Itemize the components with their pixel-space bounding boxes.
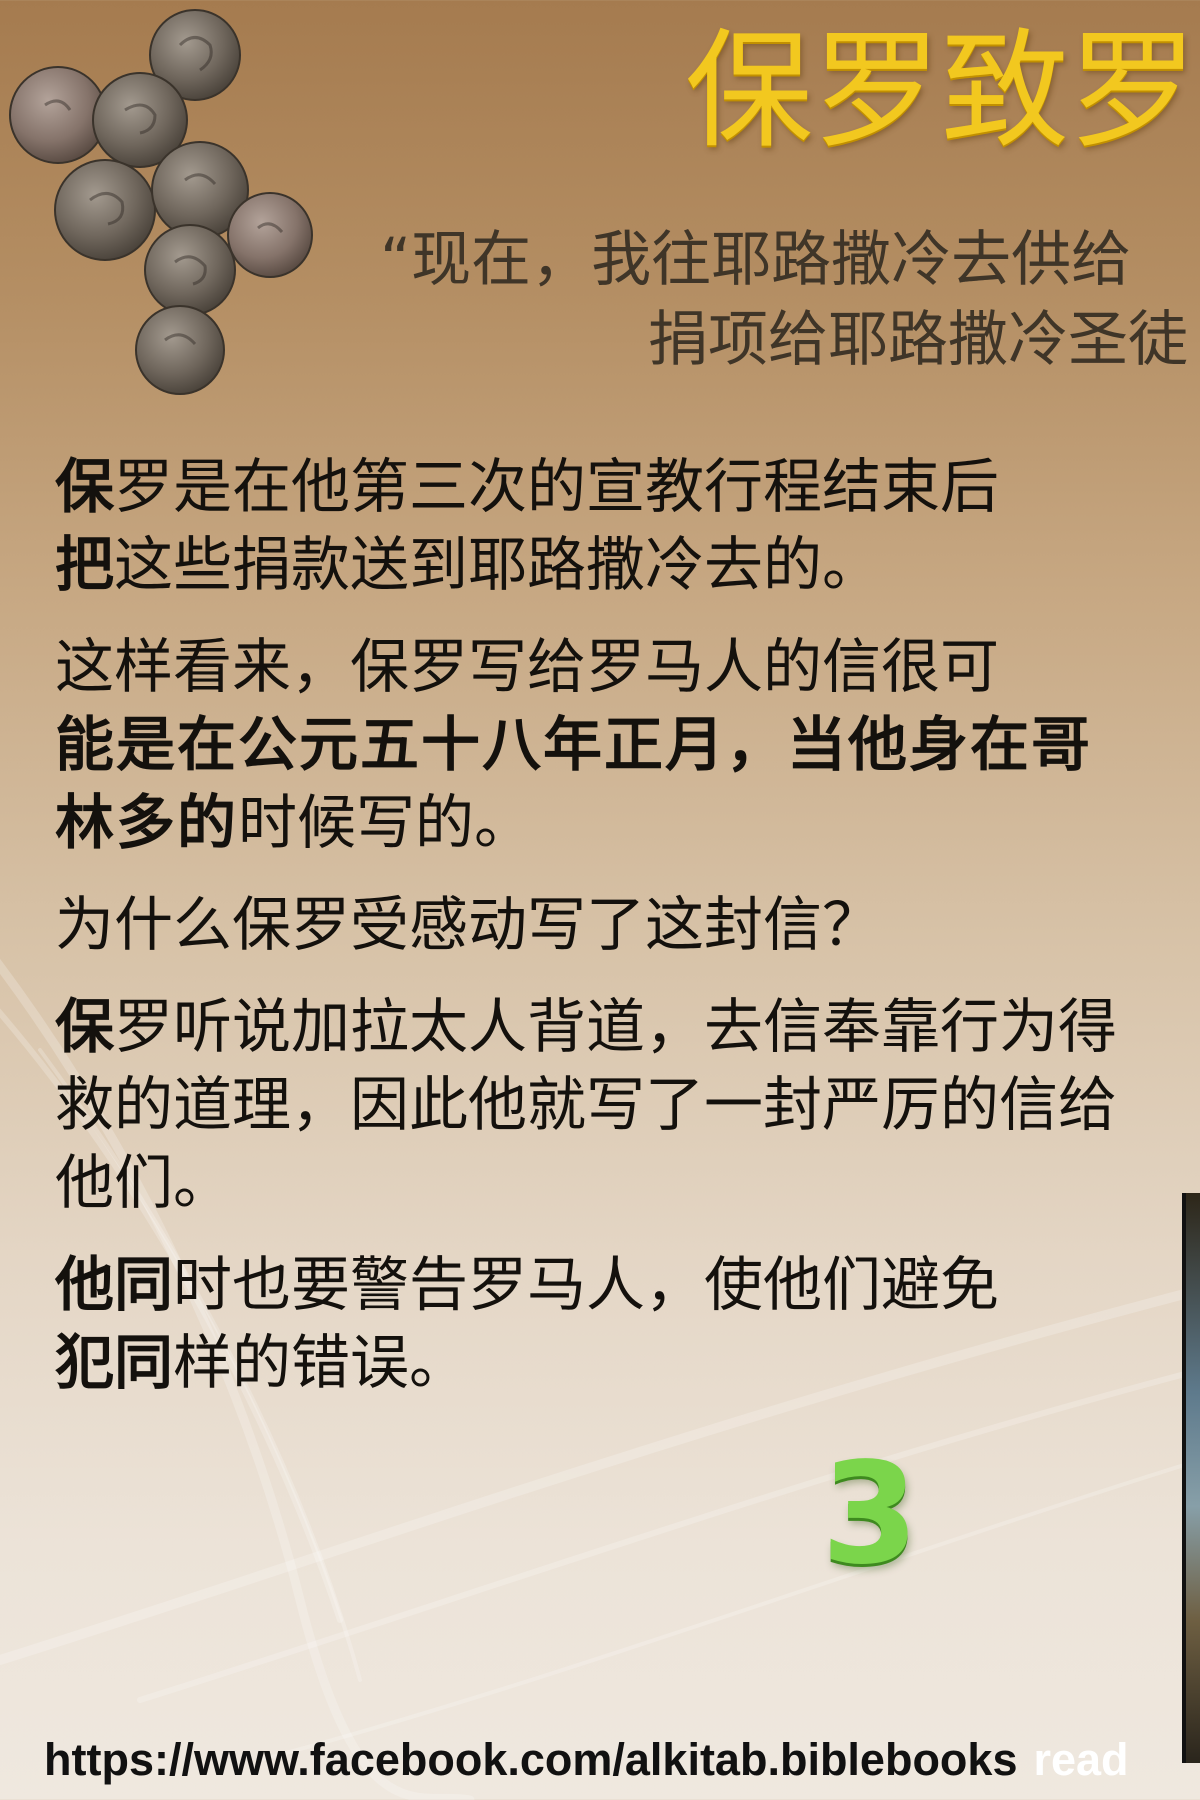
paragraph-3-question: 为什么保罗受感动写了这封信？ (55, 886, 1130, 964)
paragraph-5-lead: 他同 (55, 1250, 174, 1319)
paragraph-1-lead-2: 把 (55, 530, 115, 599)
question-text: 为什么保罗受感动写了这封信？ (55, 890, 882, 959)
slide-title: 保罗致罗 (685, 17, 1198, 166)
footer-extra-text: read (1033, 1734, 1129, 1785)
quote-line-2: 捐项给耶路撒冷圣徒 (648, 305, 1188, 375)
ancient-coins-image (9, 9, 313, 395)
quote-line-1: “现在，我往耶路撒冷去供给 (380, 225, 1132, 295)
slide-body: 保罗是在他第三次的宣教行程结束后 把这些捐款送到耶路撒冷去的。 这样看来，保罗写… (55, 448, 1130, 1426)
paragraph-2: 这样看来，保罗写给罗马人的信很可 能是在公元五十八年正月，当他身在哥林多的时候写… (55, 628, 1130, 862)
paragraph-2-bold-text: 能是在公元五十八年正月，当他身在哥林多的 (55, 710, 1093, 857)
paragraph-1: 保罗是在他第三次的宣教行程结束后 把这些捐款送到耶路撒冷去的。 (55, 448, 1130, 604)
page-number: 3 (821, 1433, 919, 1596)
paragraph-4-text: 罗听说加拉太人背道，去信奉靠行为得救的道理，因此他就写了一封严厉的信给他们。 (55, 992, 1118, 1217)
paragraph-4-lead: 保 (55, 992, 115, 1061)
paragraph-5-text-2: 样的错误。 (173, 1328, 469, 1397)
photo-thumbnail (1182, 1193, 1200, 1763)
paragraph-1-text-2: 这些捐款送到耶路撒冷去的。 (114, 530, 882, 599)
paragraph-1-text: 罗是在他第三次的宣教行程结束后 (114, 452, 1000, 521)
paragraph-5-lead-2: 犯同 (55, 1328, 174, 1397)
footer-url-text[interactable]: https://www.facebook.com/alkitab.biblebo… (44, 1734, 1017, 1785)
footer-source-link[interactable]: https://www.facebook.com/alkitab.biblebo… (44, 1730, 1200, 1790)
scripture-quote: “现在，我往耶路撒冷去供给 捐项给耶路撒冷圣徒 (380, 220, 1200, 380)
paragraph-1-lead: 保 (55, 452, 115, 521)
paragraph-5-text: 时也要警告罗马人，使他们避免 (173, 1250, 1000, 1319)
paragraph-2-end: 时候写的。 (238, 788, 534, 857)
paragraph-2-text: 这样看来，保罗写给罗马人的信很可 (55, 632, 1000, 701)
paragraph-5: 他同时也要警告罗马人，使他们避免 犯同样的错误。 (55, 1246, 1130, 1402)
paragraph-4: 保罗听说加拉太人背道，去信奉靠行为得救的道理，因此他就写了一封严厉的信给他们。 (55, 988, 1130, 1222)
